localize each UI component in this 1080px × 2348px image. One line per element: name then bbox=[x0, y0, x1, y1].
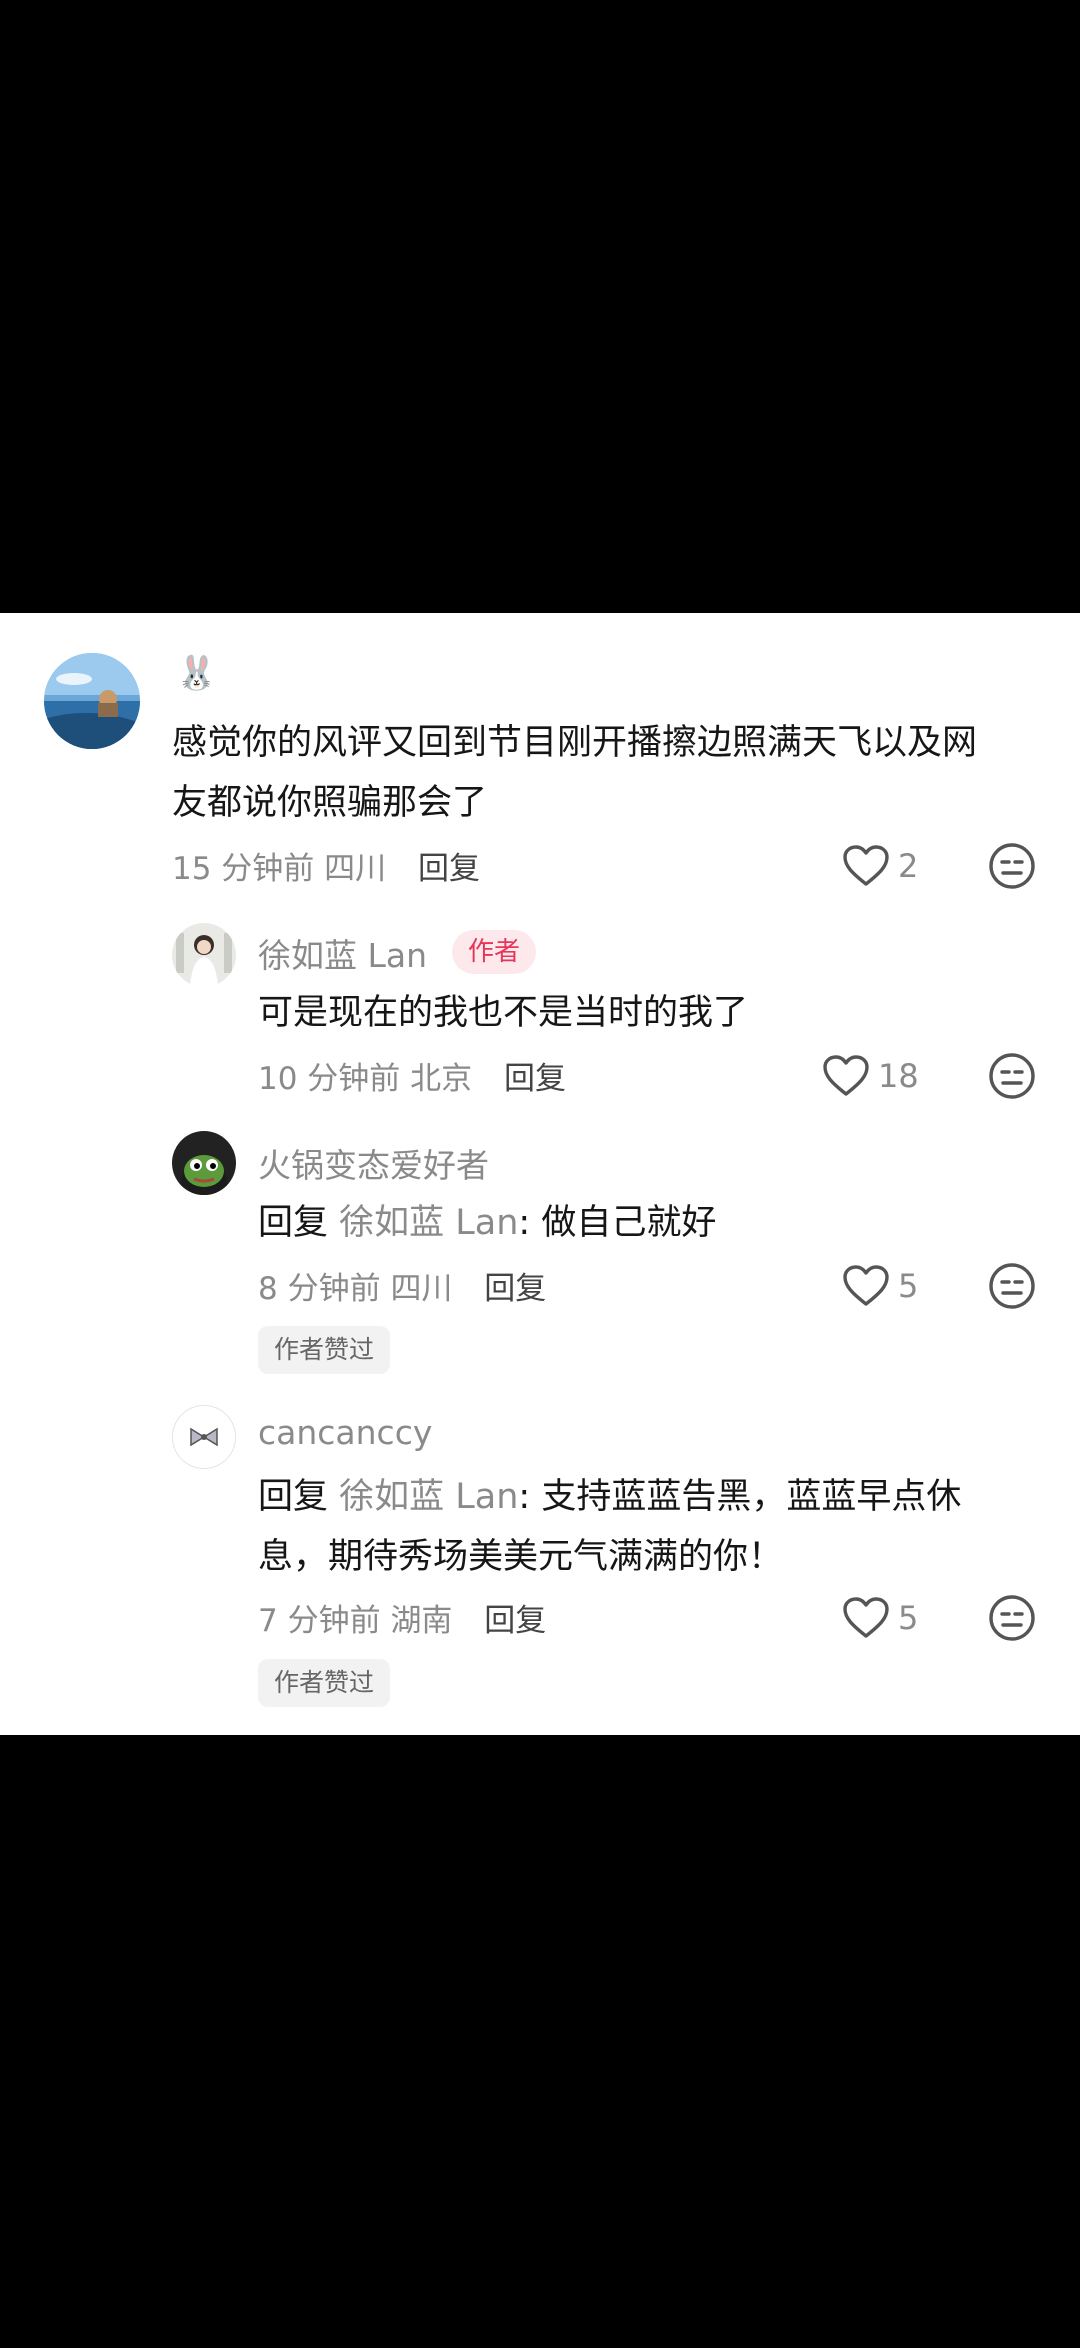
comment-text: 回复 徐如蓝 Lan: 做自己就好 bbox=[258, 1193, 716, 1253]
dislike-button[interactable] bbox=[988, 842, 1036, 890]
beach-photo-avatar[interactable] bbox=[44, 653, 140, 749]
comment-meta: 8 分钟前 四川 回复 bbox=[258, 1263, 546, 1308]
like-button[interactable]: 5 bbox=[842, 1262, 918, 1310]
comment-list: 🐰 感觉你的风评又回到节目刚开播擦边照满天飞以及网 友都说你照骗那会了 15 分… bbox=[0, 613, 1080, 1735]
username[interactable]: 火锅变态爱好者 bbox=[258, 1139, 489, 1187]
comment-text: 可是现在的我也不是当时的我了 bbox=[258, 993, 749, 1033]
comment-time: 8 分钟前 bbox=[258, 1271, 381, 1307]
like-button[interactable]: 18 bbox=[822, 1052, 919, 1100]
username[interactable]: 🐰 bbox=[176, 653, 217, 693]
woman-photo-avatar[interactable] bbox=[172, 923, 236, 987]
reply-button[interactable]: 回复 bbox=[484, 1271, 546, 1307]
heart-icon bbox=[822, 1054, 870, 1098]
meh-face-icon bbox=[988, 1052, 1036, 1100]
comment-location: 四川 bbox=[324, 851, 387, 887]
comment-meta: 7 分钟前 湖南 回复 bbox=[258, 1595, 546, 1640]
comment-location: 四川 bbox=[390, 1271, 453, 1307]
like-button[interactable]: 2 bbox=[842, 842, 918, 890]
author-badge: 作者 bbox=[452, 930, 537, 974]
heart-icon bbox=[842, 844, 890, 888]
reply-button[interactable]: 回复 bbox=[418, 851, 480, 887]
comment-body: : 做自己就好 bbox=[518, 1203, 717, 1243]
meh-face-icon bbox=[988, 1262, 1036, 1310]
comment-meta: 15 分钟前 四川 回复 bbox=[172, 843, 480, 888]
username[interactable]: 徐如蓝 Lan bbox=[258, 929, 427, 977]
bow-avatar[interactable] bbox=[172, 1405, 236, 1469]
dislike-button[interactable] bbox=[988, 1052, 1036, 1100]
comment-location: 北京 bbox=[410, 1061, 473, 1097]
comment-body: : 支持蓝蓝告黑，蓝蓝早点休 bbox=[518, 1477, 962, 1517]
like-count: 2 bbox=[898, 847, 919, 885]
comment-text-line-1: 回复 徐如蓝 Lan: 支持蓝蓝告黑，蓝蓝早点休 bbox=[258, 1467, 961, 1527]
like-count: 5 bbox=[898, 1599, 919, 1637]
reply-prefix: 回复 bbox=[258, 1203, 329, 1243]
reply-prefix: 回复 bbox=[258, 1477, 329, 1517]
author-liked-chip: 作者赞过 bbox=[258, 1659, 391, 1707]
comment-text-line-1: 感觉你的风评又回到节目刚开播擦边照满天飞以及网 bbox=[172, 723, 978, 763]
heart-icon bbox=[842, 1596, 890, 1640]
comment-time: 10 分钟前 bbox=[258, 1061, 401, 1097]
mention-link[interactable]: 徐如蓝 Lan bbox=[339, 1477, 518, 1517]
username[interactable]: cancanccy bbox=[258, 1413, 432, 1452]
comment-text-line-2: 息，期待秀场美美元气满满的你！ bbox=[258, 1537, 784, 1577]
reply-button[interactable]: 回复 bbox=[504, 1061, 566, 1097]
meh-face-icon bbox=[988, 842, 1036, 890]
heart-icon bbox=[842, 1264, 890, 1308]
dislike-button[interactable] bbox=[988, 1594, 1036, 1642]
comment-meta: 10 分钟前 北京 回复 bbox=[258, 1053, 566, 1098]
like-button[interactable]: 5 bbox=[842, 1594, 918, 1642]
reply-button[interactable]: 回复 bbox=[484, 1603, 546, 1639]
comment-time: 15 分钟前 bbox=[172, 851, 315, 887]
meh-face-icon bbox=[988, 1594, 1036, 1642]
comment-time: 7 分钟前 bbox=[258, 1603, 381, 1639]
comment-text-line-2: 友都说你照骗那会了 bbox=[172, 783, 488, 823]
like-count: 5 bbox=[898, 1267, 919, 1305]
dislike-button[interactable] bbox=[988, 1262, 1036, 1310]
like-count: 18 bbox=[878, 1057, 919, 1095]
mention-link[interactable]: 徐如蓝 Lan bbox=[339, 1203, 518, 1243]
author-liked-chip: 作者赞过 bbox=[258, 1326, 391, 1374]
frog-avatar[interactable] bbox=[172, 1131, 236, 1195]
comment-location: 湖南 bbox=[390, 1603, 453, 1639]
